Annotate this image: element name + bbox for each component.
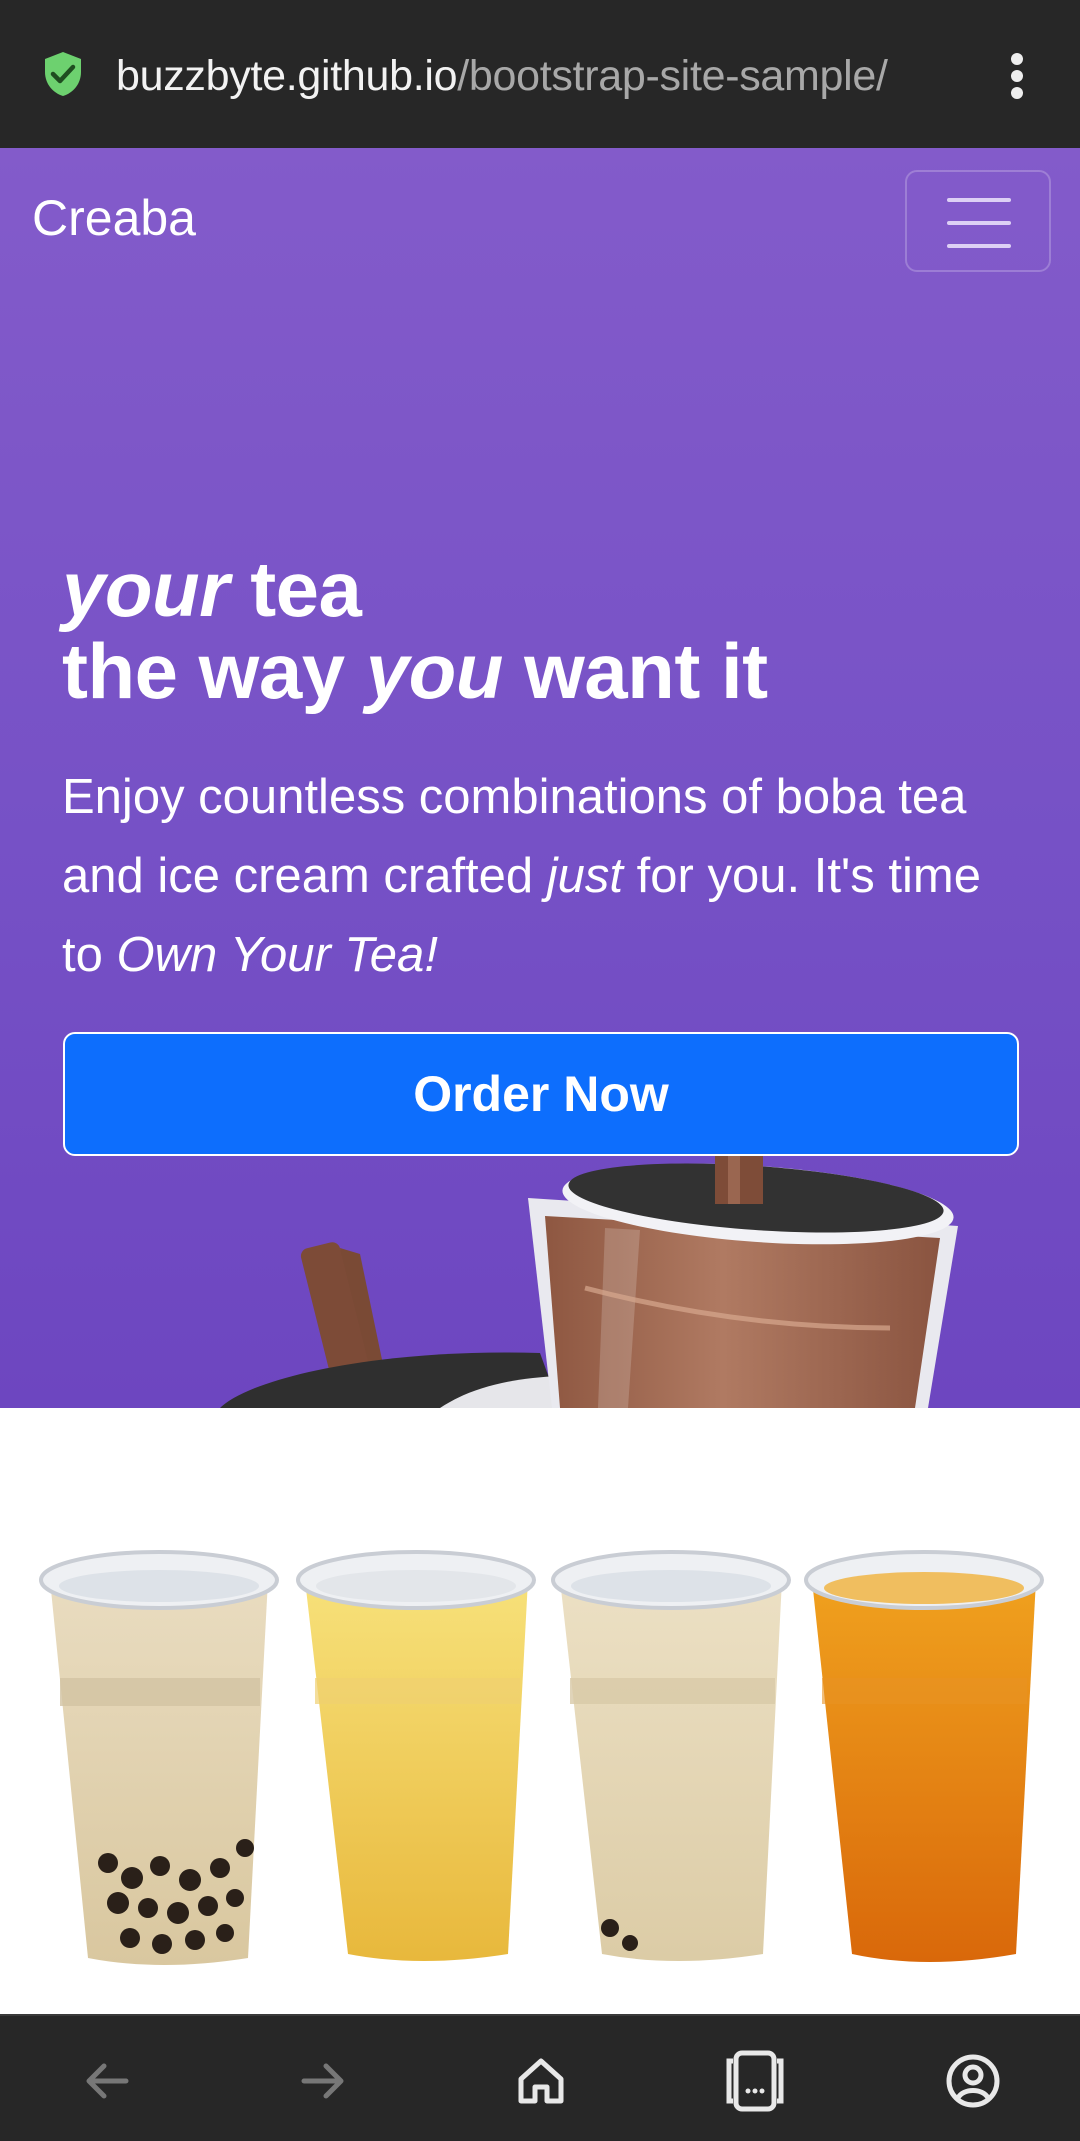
headline-your: your [62, 545, 230, 633]
navbar-toggler-button[interactable] [905, 170, 1051, 272]
mango-tea-cup [296, 1550, 536, 1961]
milk-tea-cup [551, 1550, 791, 1961]
back-button[interactable] [72, 2046, 142, 2116]
orange-fruit-tea-cup [804, 1550, 1044, 1962]
brand-logo[interactable]: Creaba [32, 188, 196, 248]
browser-bottom-nav [0, 2014, 1080, 2141]
forward-button[interactable] [288, 2046, 358, 2116]
hero-lead-text: Enjoy countless combinations of boba tea… [62, 758, 1022, 995]
hamburger-icon [947, 198, 1011, 202]
headline-want-it: want it [502, 627, 768, 715]
screen: buzzbyte.github.io/bootstrap-site-sample… [0, 0, 1080, 2141]
url-host: buzzbyte.github.io [116, 52, 458, 100]
tabs-button[interactable] [720, 2046, 790, 2116]
account-icon [946, 2054, 1000, 2108]
home-button[interactable] [506, 2046, 576, 2116]
home-icon [518, 2058, 564, 2104]
lead-just: just [546, 849, 624, 903]
hero-headline: your tea the way you want it [62, 548, 1042, 712]
url-text[interactable]: buzzbyte.github.io/bootstrap-site-sample… [116, 48, 888, 104]
drinks-product-image [0, 1408, 1080, 2014]
account-button[interactable] [938, 2046, 1008, 2116]
headline-the-way: the way [62, 627, 366, 715]
shield-check-icon[interactable] [42, 50, 84, 98]
tabs-icon [726, 2050, 784, 2112]
lead-own-your-tea: Own Your Tea! [116, 928, 438, 982]
hero-section: Creaba your tea the way you want it Enjo… [0, 148, 1080, 1408]
url-path: /bootstrap-site-sample/ [457, 52, 888, 100]
drinks-illustration [39, 1550, 1044, 1965]
kebab-menu-icon[interactable] [1000, 52, 1034, 100]
hamburger-icon-bar-3 [947, 244, 1011, 248]
milk-tea-boba-cup [39, 1550, 279, 1965]
hamburger-icon-bar-2 [947, 221, 1011, 225]
headline-tea: tea [229, 545, 362, 633]
order-now-button[interactable]: Order Now [63, 1032, 1019, 1156]
back-arrow-icon [86, 2063, 129, 2099]
forward-arrow-icon [301, 2063, 344, 2099]
browser-url-bar[interactable]: buzzbyte.github.io/bootstrap-site-sample… [0, 0, 1080, 148]
headline-you: you [365, 627, 504, 715]
